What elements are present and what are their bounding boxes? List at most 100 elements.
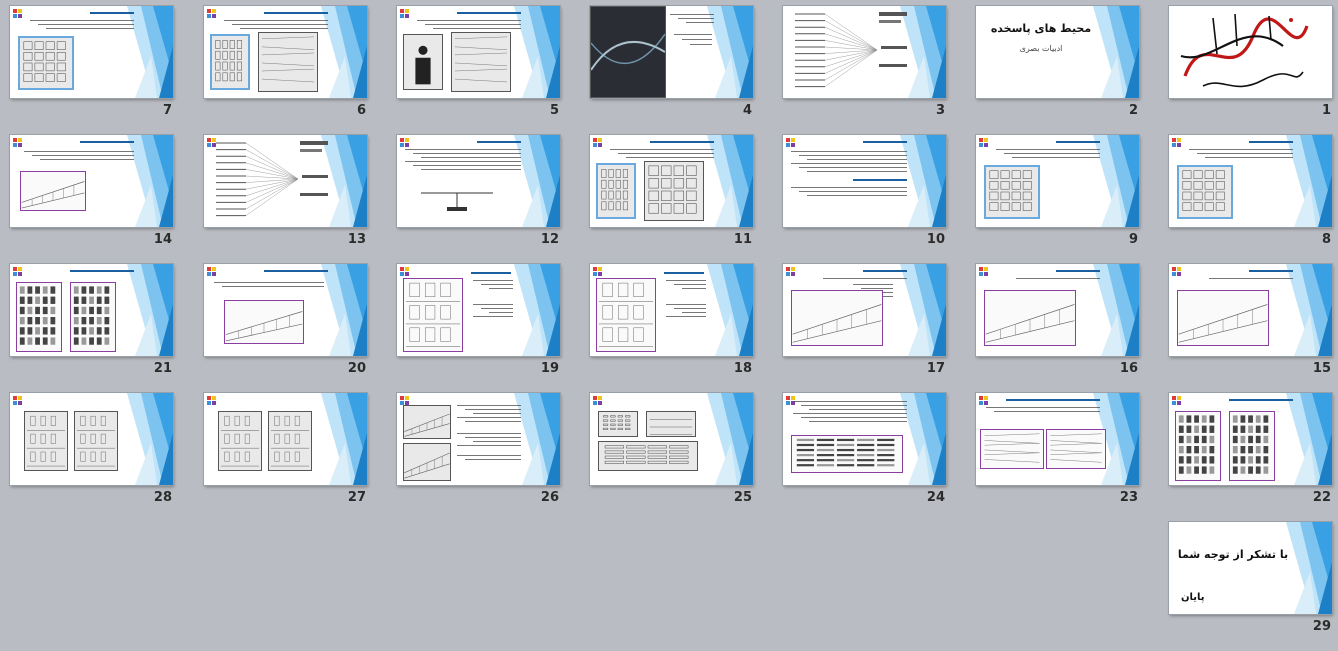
slide-preview[interactable] <box>590 135 753 227</box>
slide-picture <box>1175 411 1221 481</box>
slide-preview[interactable] <box>1169 393 1332 485</box>
slide-number: 29 <box>1312 619 1331 634</box>
text-line <box>791 187 907 189</box>
logo-icon <box>1172 138 1182 148</box>
slide-preview[interactable] <box>976 135 1139 227</box>
slide-preview[interactable] <box>1169 264 1332 356</box>
logo-icon <box>13 396 23 406</box>
logo-icon <box>13 267 23 277</box>
slide-thumbnail-3[interactable]: 3 <box>773 0 953 124</box>
text-line <box>1004 153 1100 155</box>
slide-thumbnail-9[interactable]: 9 <box>966 129 1146 253</box>
slide-preview[interactable] <box>10 393 173 485</box>
slide-preview[interactable] <box>783 264 946 356</box>
slide-thumbnail-12[interactable]: 12 <box>387 129 567 253</box>
slide-thumbnail-1[interactable]: 1 <box>1159 0 1338 124</box>
slide-preview[interactable] <box>10 135 173 227</box>
slide-thumbnail-19[interactable]: 19 <box>387 258 567 382</box>
blue-corner-decoration <box>321 264 367 356</box>
slide-thumbnail-4[interactable]: 4 <box>580 0 760 124</box>
slide-thumbnail-21[interactable]: 21 <box>0 258 180 382</box>
slide-preview[interactable]: با تشکر از توجه شما پایان <box>1169 522 1332 614</box>
slide-preview[interactable] <box>590 6 753 98</box>
picture-sketch <box>602 415 631 430</box>
slide-thumbnail-15[interactable]: 15 <box>1159 258 1338 382</box>
logo-icon <box>13 138 23 148</box>
slide-thumbnail-16[interactable]: 16 <box>966 258 1146 382</box>
slide-thumbnail-8[interactable]: 8 <box>1159 129 1338 253</box>
slide-thumbnail-24[interactable]: 24 <box>773 387 953 511</box>
text-line <box>801 405 907 407</box>
picture-sketch <box>1178 415 1215 474</box>
text-line <box>690 44 712 46</box>
logo-icon <box>786 138 796 148</box>
blue-corner-decoration <box>127 393 173 485</box>
logo-icon <box>979 138 989 148</box>
slide-thumbnail-27[interactable]: 27 <box>194 387 374 511</box>
slide-preview[interactable] <box>10 6 173 98</box>
slide-number: 3 <box>935 103 945 118</box>
slide-preview[interactable] <box>397 6 560 98</box>
slide-preview[interactable] <box>204 264 367 356</box>
slide-thumbnail-28[interactable]: 28 <box>0 387 180 511</box>
picture-sketch <box>985 304 1075 343</box>
slide-thumbnail-7[interactable]: 7 <box>0 0 180 124</box>
text-line <box>807 159 907 161</box>
slide-preview[interactable] <box>397 393 560 485</box>
picture-sketch <box>404 413 450 437</box>
text-line <box>46 28 134 30</box>
picture-sketch <box>601 169 628 211</box>
text-line <box>618 153 714 155</box>
slide-preview[interactable] <box>590 264 753 356</box>
text-line <box>791 151 907 153</box>
slide-thumbnail-2[interactable]: محیط های پاسخده ادبیات بصری 2 <box>966 0 1146 124</box>
slide-preview[interactable] <box>204 6 367 98</box>
slide-preview[interactable] <box>976 393 1139 485</box>
slide-preview[interactable] <box>976 264 1139 356</box>
text-line <box>799 191 907 193</box>
slide-number: 16 <box>1119 361 1138 376</box>
text-line <box>465 459 521 461</box>
text-line <box>799 155 907 157</box>
text-line <box>481 308 513 310</box>
slide-thumbnail-22[interactable]: 22 <box>1159 387 1338 511</box>
slide-preview[interactable] <box>204 135 367 227</box>
logo-icon <box>593 138 603 148</box>
slide-thumbnail-13[interactable]: 13 <box>194 129 374 253</box>
slide-number: 11 <box>733 232 752 247</box>
slide-picture <box>980 429 1044 469</box>
slide-preview[interactable] <box>1169 6 1332 98</box>
slide-thumbnail-5[interactable]: 5 <box>387 0 567 124</box>
text-line <box>405 161 521 163</box>
slide-thumbnail-6[interactable]: 6 <box>194 0 374 124</box>
logo-icon <box>593 396 603 406</box>
text-line <box>791 163 907 165</box>
slide-preview[interactable]: محیط های پاسخده ادبیات بصری <box>976 6 1139 98</box>
slide-thumbnail-18[interactable]: 18 <box>580 258 760 382</box>
slide-thumbnail-11[interactable]: 11 <box>580 129 760 253</box>
slide-thumbnail-17[interactable]: 17 <box>773 258 953 382</box>
slide-preview[interactable] <box>783 393 946 485</box>
slide-preview[interactable] <box>10 264 173 356</box>
slide-thumbnail-20[interactable]: 20 <box>194 258 374 382</box>
picture-sketch <box>792 304 882 343</box>
slide-thumbnail-14[interactable]: 14 <box>0 129 180 253</box>
slide-preview[interactable] <box>783 135 946 227</box>
slide-preview[interactable] <box>783 6 946 98</box>
picture-sketch <box>454 36 508 83</box>
slide-thumbnail-23[interactable]: 23 <box>966 387 1146 511</box>
slide-preview[interactable] <box>397 264 560 356</box>
slide-preview[interactable] <box>397 135 560 227</box>
slide-thumbnail-25[interactable]: 25 <box>580 387 760 511</box>
slide-preview[interactable] <box>204 393 367 485</box>
slide-thumbnail-29[interactable]: با تشکر از توجه شما پایان 29 <box>1159 516 1338 640</box>
slide-preview[interactable] <box>1169 135 1332 227</box>
slide-number: 20 <box>347 361 366 376</box>
slide-thumbnail-26[interactable]: 26 <box>387 387 567 511</box>
slide-number: 7 <box>162 103 172 118</box>
slide-number: 15 <box>1312 361 1331 376</box>
slide-thumbnail-10[interactable]: 10 <box>773 129 953 253</box>
text-line <box>670 14 714 16</box>
slide-preview[interactable] <box>590 393 753 485</box>
text-line <box>457 455 521 457</box>
